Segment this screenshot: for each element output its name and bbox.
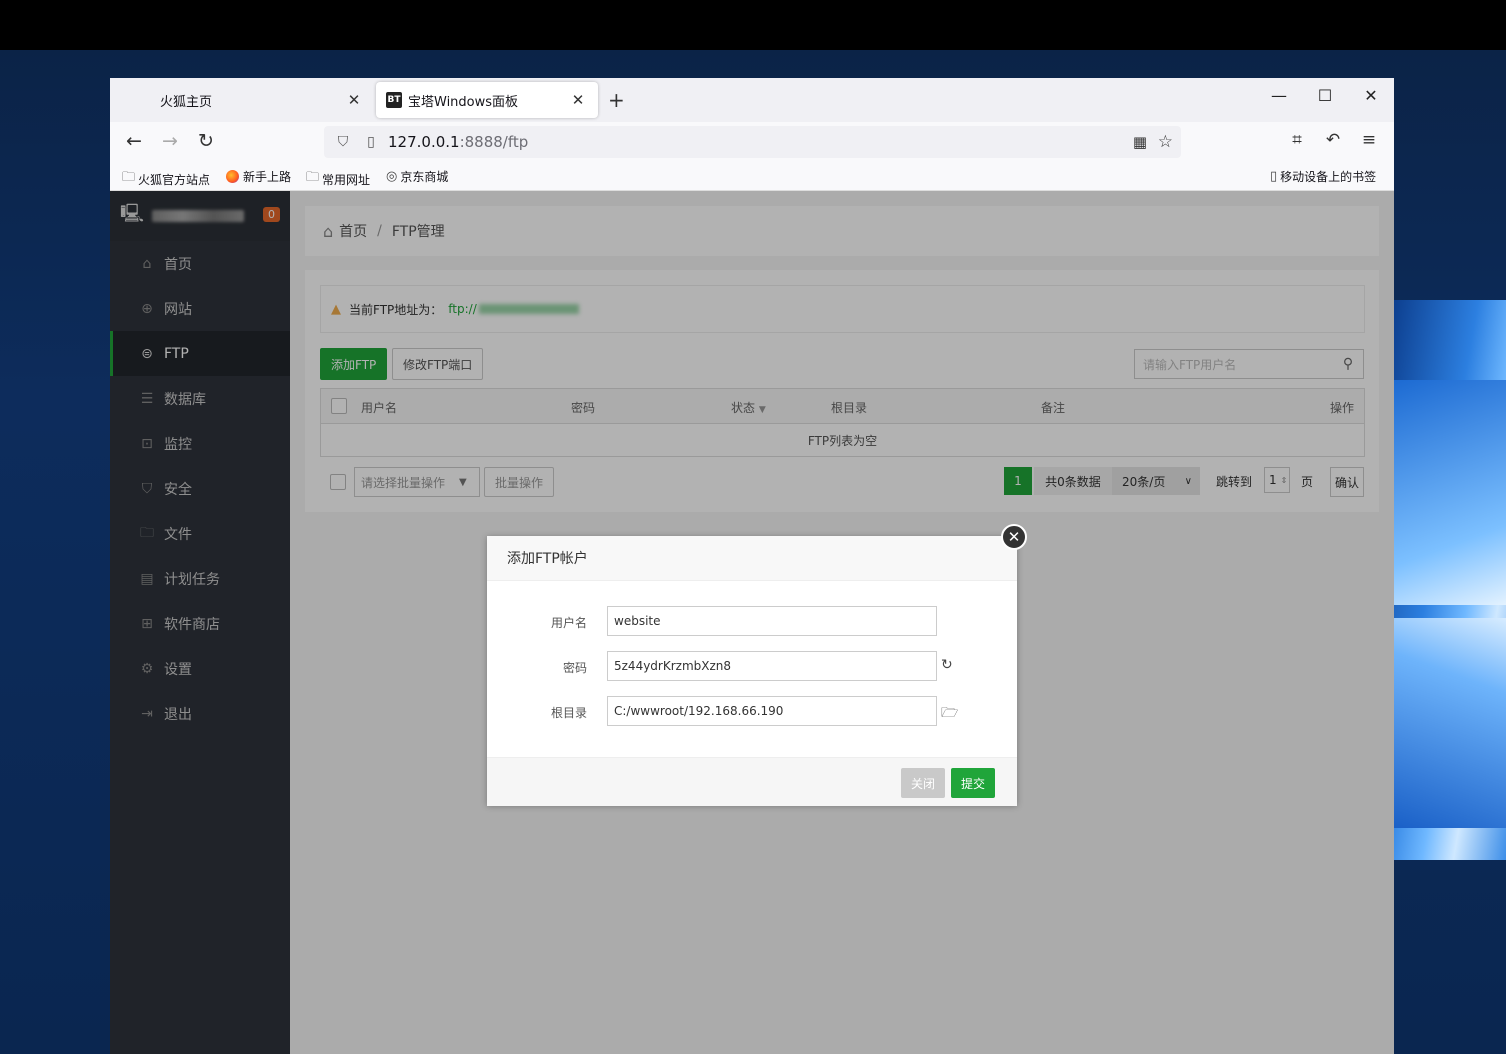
bookmark-item[interactable]: 🗀 常用网址 <box>306 168 370 190</box>
minimize-icon[interactable]: — <box>1264 86 1294 105</box>
username-field[interactable]: website <box>607 606 937 636</box>
bookmark-star-icon[interactable]: ☆ <box>1158 132 1173 152</box>
bookmark-item[interactable]: 🗀 火狐官方站点 <box>122 168 210 190</box>
qr-code-icon[interactable]: ▦ <box>1133 133 1147 151</box>
field-label: 密码 <box>562 661 587 675</box>
close-button[interactable]: 关闭 <box>901 768 946 798</box>
windows-wallpaper-pane <box>1394 380 1506 605</box>
folder-open-icon[interactable]: 🗁 <box>941 702 958 726</box>
submit-button[interactable]: 提交 <box>951 768 996 798</box>
bookmark-label: 常用网址 <box>322 172 371 187</box>
folder-icon: 🗀 <box>306 170 320 185</box>
firefox-icon <box>226 170 239 183</box>
address-bar[interactable]: ⛉ ▯ 127.0.0.1:8888/ftp ▦ ☆ <box>324 126 1181 158</box>
tab-bar: 火狐主页 ✕ BT 宝塔Windows面板 ✕ + — ☐ ✕ <box>110 78 1394 122</box>
url-path: :8888/ftp <box>459 133 529 151</box>
dialog-title: 添加FTP帐户 <box>487 536 1017 581</box>
password-field[interactable]: 5z44ydrKrzmbXzn8 <box>607 651 937 681</box>
bt-favicon-icon: BT <box>386 92 402 108</box>
bookmark-item[interactable]: 新手上路 <box>226 168 291 185</box>
close-tab-icon[interactable]: ✕ <box>344 91 364 109</box>
screenshot-crop-icon[interactable]: ⌗ <box>1284 130 1310 150</box>
window-close-icon[interactable]: ✕ <box>1356 86 1386 105</box>
globe-icon: ◎ <box>386 169 398 184</box>
tracking-shield-icon[interactable]: ⛉ <box>332 134 354 150</box>
bookmark-label: 京东商城 <box>400 170 449 184</box>
tab-title: 火狐主页 <box>160 94 213 110</box>
field-label: 用户名 <box>550 616 587 630</box>
tab-title: 宝塔Windows面板 <box>408 94 519 110</box>
refresh-password-icon[interactable]: ↻ <box>941 657 953 673</box>
tab-firefox-home[interactable]: 火狐主页 ✕ <box>118 82 374 118</box>
dialog-close-icon[interactable]: ✕ <box>1001 524 1027 550</box>
reload-icon[interactable]: ↻ <box>192 130 220 152</box>
dialog-footer: 关闭 提交 <box>487 757 1017 806</box>
close-tab-icon[interactable]: ✕ <box>568 91 588 109</box>
bookmark-label: 新手上路 <box>243 170 292 184</box>
undo-icon[interactable]: ↶ <box>1320 130 1346 150</box>
mobile-bookmarks[interactable]: ▯ 移动设备上的书签 <box>1270 168 1376 185</box>
bookmark-label: 火狐官方站点 <box>138 172 211 187</box>
maximize-icon[interactable]: ☐ <box>1310 86 1340 105</box>
windows-wallpaper-pane <box>1394 618 1506 828</box>
username-row: 用户名 website <box>487 606 1017 636</box>
navigation-bar: ← → ↻ ⛉ ▯ 127.0.0.1:8888/ftp ▦ ☆ ⌗ ↶ ≡ <box>110 122 1394 164</box>
root-directory-field[interactable]: C:/wwwroot/192.168.66.190 <box>607 696 937 726</box>
url-host: 127.0.0.1 <box>388 133 460 151</box>
page-viewport: 🖳 0 ⌂ 首页 ⊕ 网站 ⊜ FTP ☰ 数据库 ⊡ 监控 ⛉ 安全 🗀 文件 ▤ 计划任务 … <box>110 191 1394 1054</box>
bookmarks-bar: 🗀 火狐官方站点 新手上路 🗀 常用网址 ◎ 京东商城 ▯ 移动设备上的书签 <box>110 164 1394 191</box>
field-label: 根目录 <box>550 706 587 720</box>
bookmark-item[interactable]: ◎ 京东商城 <box>386 168 448 185</box>
mobile-icon: ▯ <box>1270 169 1278 184</box>
tab-bt-panel[interactable]: BT 宝塔Windows面板 ✕ <box>376 82 598 118</box>
new-tab-icon[interactable]: + <box>608 88 625 112</box>
bookmark-label: 移动设备上的书签 <box>1280 170 1377 184</box>
folder-icon: 🗀 <box>122 170 136 185</box>
add-ftp-dialog: 添加FTP帐户 ✕ 用户名 website 密码 5z44ydrKrzmbXzn… <box>487 524 1027 806</box>
forward-arrow-icon[interactable]: → <box>156 130 184 152</box>
page-info-icon[interactable]: ▯ <box>360 134 382 150</box>
browser-window: 火狐主页 ✕ BT 宝塔Windows面板 ✕ + — ☐ ✕ ← → ↻ ⛉ … <box>110 78 1394 1054</box>
back-arrow-icon[interactable]: ← <box>120 130 148 152</box>
menu-icon[interactable]: ≡ <box>1356 130 1382 150</box>
root-dir-row: 根目录 C:/wwwroot/192.168.66.190 🗁 <box>487 696 1017 726</box>
password-row: 密码 5z44ydrKrzmbXzn8 ↻ <box>487 651 1017 681</box>
